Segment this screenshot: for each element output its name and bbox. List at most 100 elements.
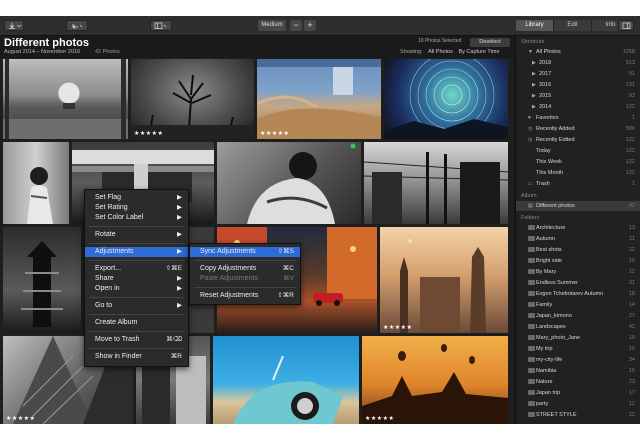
sidebar-folder[interactable]: Evgen Tchebotarev Autumn 18 (516, 289, 640, 299)
menu-item-open-in[interactable]: Open in ▶ (85, 284, 188, 294)
folder-icon (528, 247, 535, 252)
sidebar-folder[interactable]: Best shots 22 (516, 245, 640, 255)
photo-thumbnail[interactable]: ★★★★★ (257, 59, 381, 139)
sidebar-folder[interactable]: Japan trip 17 (516, 388, 640, 398)
sidebar-folder[interactable]: My trip 19 (516, 344, 640, 354)
menu-item-go-to[interactable]: Go to ▶ (85, 301, 188, 311)
sidebar-folder[interactable]: Bright side 16 (516, 256, 640, 266)
sidebar-folder[interactable]: STREET STYLE 22 (516, 410, 640, 420)
sidebar-folder[interactable]: Family 14 (516, 300, 640, 310)
import-button[interactable] (4, 20, 24, 31)
sidebar-item-2018[interactable]: ▶ 2018 513 (516, 58, 640, 68)
folder-icon (528, 335, 535, 340)
sidebar-item-today[interactable]: Today 122 (516, 146, 640, 156)
section-header-shortcuts: Shortcuts (521, 39, 545, 45)
section-header-album: Album (521, 193, 537, 199)
sidebar-item-all-photos[interactable]: ▼ All Photos 1258 (516, 47, 640, 57)
sidebar-item-recently-added[interactable]: ◷ Recently Added 586 (516, 124, 640, 134)
menu-separator (194, 260, 296, 261)
photo-grid: ★★★★★ ★★★★★ ★★★★★ ★★★★★ ★★★★★ (0, 58, 514, 424)
album-icon: ▤ (528, 203, 533, 209)
sidebar-folder[interactable]: Mary_photo_Jane 10 (516, 333, 640, 343)
folder-icon (528, 236, 535, 241)
menu-item-show-in-finder[interactable]: Show in Finder ⌘R (85, 352, 188, 362)
sidebar-folder[interactable]: Namibia 15 (516, 366, 640, 376)
sidebar-folder[interactable]: Autumn 11 (516, 234, 640, 244)
menu-item-share[interactable]: Share ▶ (85, 274, 188, 284)
sidebar-item-2017[interactable]: ▶ 2017 51 (516, 69, 640, 79)
menu-item-set-flag[interactable]: Set Flag ▶ (85, 193, 188, 203)
photo-image (3, 59, 128, 139)
photo-thumbnail[interactable] (364, 142, 508, 224)
toolbar: Medium − + Library Edit Info (0, 16, 640, 36)
menu-separator (89, 297, 184, 298)
deselect-button[interactable]: Deselect (470, 38, 510, 47)
menu-separator (89, 243, 184, 244)
folder-icon (528, 258, 535, 263)
photo-image (362, 344, 508, 424)
menu-item-create-album[interactable]: Create Album (85, 318, 188, 328)
star-rating: ★★★★★ (365, 416, 395, 422)
photo-thumbnail[interactable]: ★★★★★ (362, 336, 508, 424)
sidebar-item-favorites[interactable]: ♥ Favorites 1 (516, 113, 640, 123)
thumbnail-size-select[interactable]: Medium (258, 20, 286, 31)
menu-item-move-to-trash[interactable]: Move to Trash ⌘⌫ (85, 335, 188, 345)
mode-tabs: Library Edit Info (516, 20, 630, 31)
zoom-in-button[interactable]: + (304, 20, 316, 31)
menu-item-set-color-label[interactable]: Set Color Label ▶ (85, 213, 188, 223)
sidebar-item-2016[interactable]: ▶ 2016 131 (516, 80, 640, 90)
folder-icon (528, 225, 535, 230)
context-menu: Set Flag ▶ Set Rating ▶ Set Color Label ▶ R… (84, 189, 189, 367)
sidebar-item-2015[interactable]: ▶ 2015 93 (516, 91, 640, 101)
photo-thumbnail[interactable] (217, 142, 361, 224)
menu-item-paste-adjustments[interactable]: Paste Adjustments ⌘V (190, 274, 300, 284)
menu-item-rotate[interactable]: Rotate ▶ (85, 230, 188, 240)
sort-select[interactable]: By Capture Time (458, 49, 499, 55)
sidebar-item-trash[interactable]: ▭ Trash 1 (516, 179, 640, 189)
photo-thumbnail[interactable] (3, 59, 128, 139)
menu-separator (89, 314, 184, 315)
panel-toggle-button[interactable] (618, 20, 634, 31)
library-sidebar: Shortcuts ▼ All Photos 1258 ▶ 2018 513 ▶ 2017… (515, 36, 640, 424)
menu-item-reset-adjustments[interactable]: Reset Adjustments ⇧⌘R (190, 291, 300, 301)
photo-thumbnail[interactable] (384, 59, 508, 139)
menu-item-export[interactable]: Export... ⇧⌘E (85, 264, 188, 274)
menu-item-sync-adjustments[interactable]: Sync Adjustments ⇧⌘S (190, 247, 300, 257)
sidebar-folder[interactable]: By Mary 12 (516, 267, 640, 277)
folder-icon (528, 302, 535, 307)
sidebar-item-different-photos[interactable]: ▤ Different photos 42 (516, 201, 640, 211)
sidebar-item-2014[interactable]: ▶ 2014 122 (516, 102, 640, 112)
showing-filter: Showing: All Photos By Capture Time (400, 49, 499, 55)
sidebar-folder[interactable]: Nature 23 (516, 377, 640, 387)
folder-icon (528, 269, 535, 274)
sidebar-toggle-button[interactable] (150, 20, 172, 31)
menu-item-set-rating[interactable]: Set Rating ▶ (85, 203, 188, 213)
sidebar-item-recently-edited[interactable]: ◷ Recently Edited 122 (516, 135, 640, 145)
photo-thumbnail[interactable] (3, 142, 69, 224)
menu-item-adjustments[interactable]: Adjustments ▶ (85, 247, 188, 257)
sidebar-folder[interactable]: Japan_kimono 27 (516, 311, 640, 321)
sidebar-folder[interactable]: Landscapes 42 (516, 322, 640, 332)
photo-thumbnail[interactable] (213, 336, 359, 424)
sidebar-folder[interactable]: Endless Summer 31 (516, 278, 640, 288)
gallery-header: Different photos August 2014 – November … (0, 36, 514, 58)
sidebar-folder[interactable]: Architecture 13 (516, 223, 640, 233)
photo-thumbnail[interactable] (3, 227, 81, 333)
photo-thumbnail[interactable]: ★★★★★ (380, 227, 508, 333)
photo-image (27, 167, 53, 224)
sidebar-icon (154, 22, 167, 29)
sidebar-folder[interactable]: my-city-life 34 (516, 355, 640, 365)
menu-item-copy-adjustments[interactable]: Copy Adjustments ⌘C (190, 264, 300, 274)
disclosure-icon: ▶ (532, 104, 536, 110)
showing-select[interactable]: All Photos (428, 49, 453, 55)
menu-separator (194, 287, 296, 288)
sidebar-item-this-week[interactable]: This Week 122 (516, 157, 640, 167)
back-button[interactable] (66, 20, 88, 31)
zoom-out-button[interactable]: − (290, 20, 302, 31)
sidebar-folder[interactable]: party 12 (516, 399, 640, 409)
panel-icon (622, 22, 631, 29)
tab-edit[interactable]: Edit (554, 20, 592, 31)
tab-library[interactable]: Library (516, 20, 554, 31)
sidebar-item-this-month[interactable]: This Month 122 (516, 168, 640, 178)
photo-thumbnail[interactable]: ★★★★★ (131, 59, 254, 139)
